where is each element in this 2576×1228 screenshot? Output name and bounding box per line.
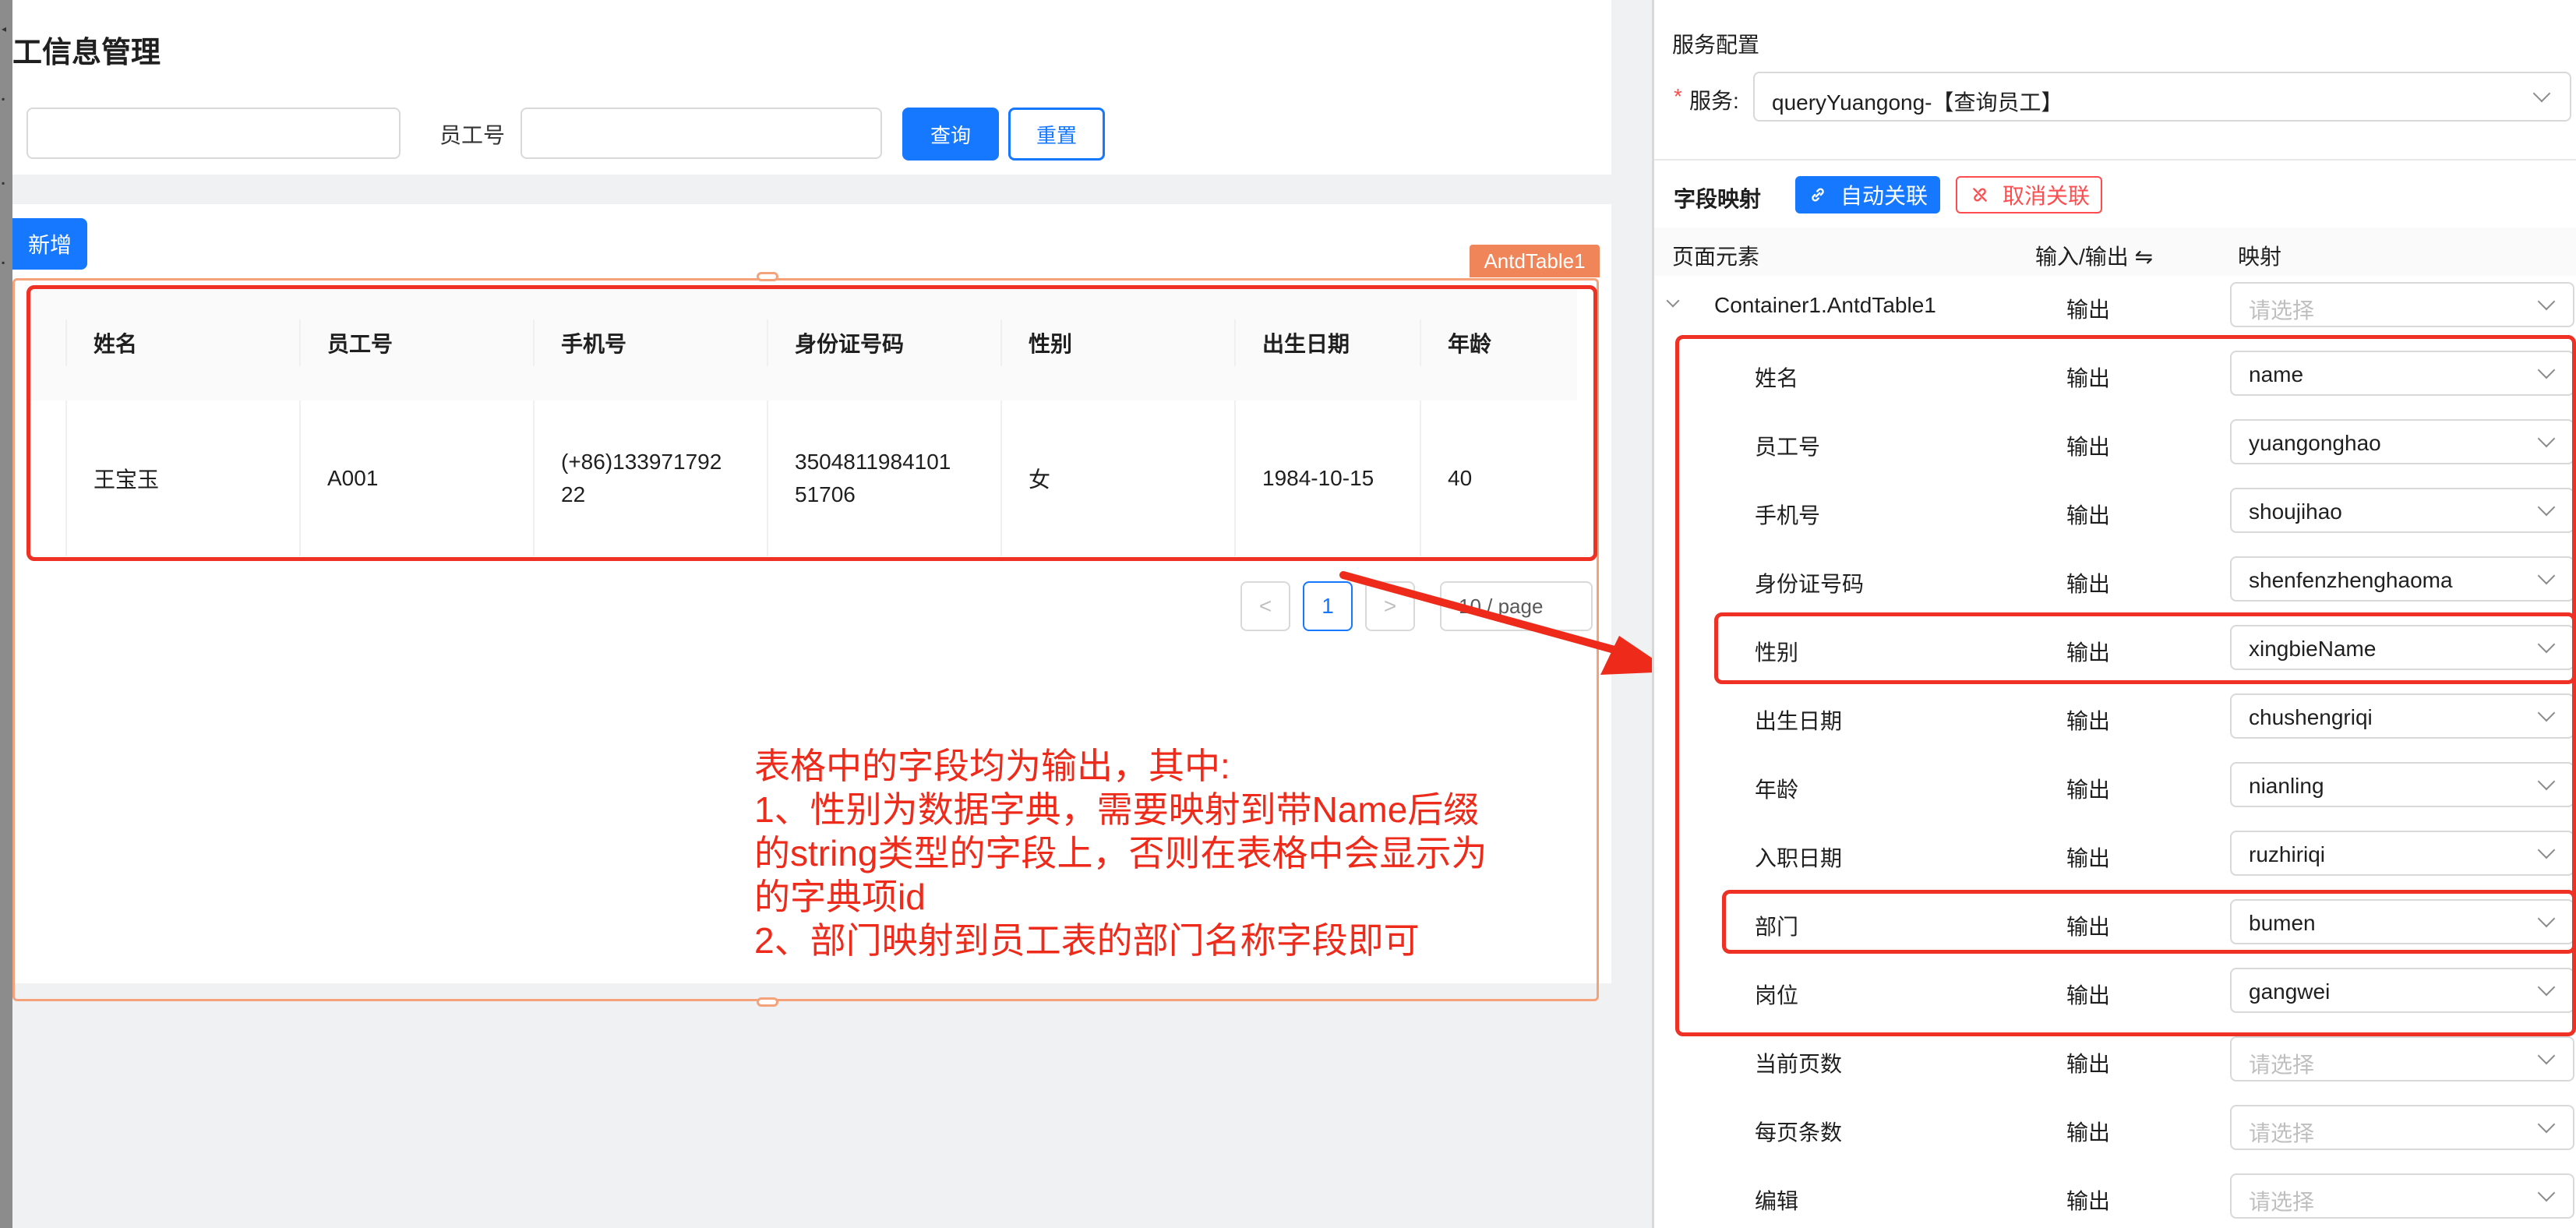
service-select[interactable]: queryYuangong-【查询员工】 bbox=[1753, 72, 2571, 122]
mapping-select[interactable]: 请选择 bbox=[2230, 1105, 2574, 1150]
component-tag[interactable]: AntdTable1 bbox=[1470, 245, 1600, 277]
name-search-input[interactable] bbox=[26, 108, 401, 159]
section-divider bbox=[1654, 159, 2576, 161]
sidebar-glyph-icon: ◂ bbox=[2, 23, 7, 34]
service-select-value: queryYuangong-【查询员工】 bbox=[1772, 90, 2063, 115]
resize-handle-top[interactable] bbox=[757, 272, 778, 281]
reset-button[interactable]: 重置 bbox=[1008, 108, 1105, 161]
tree-root-mapping-select[interactable]: 请选择 bbox=[2230, 282, 2574, 327]
link-icon bbox=[1812, 188, 1824, 202]
mapping-field-io: 输出 bbox=[2066, 1120, 2111, 1145]
tree-root-label: Container1.AntdTable1 bbox=[1714, 293, 1936, 317]
sidebar-glyph-icon: ▪ bbox=[2, 257, 5, 268]
chevron-down-icon bbox=[2537, 1184, 2556, 1202]
mapping-select[interactable]: 请选择 bbox=[2230, 1036, 2574, 1082]
mapping-placeholder: 请选择 bbox=[2249, 1053, 2315, 1077]
cancel-link-button[interactable]: 取消关联 bbox=[1956, 176, 2102, 213]
mapping-field-name: 每页条数 bbox=[1755, 1120, 1843, 1145]
service-config-title: 服务配置 bbox=[1672, 33, 1760, 57]
pagination-prev[interactable]: < bbox=[1240, 581, 1290, 631]
employee-no-input[interactable] bbox=[520, 108, 882, 159]
mapping-placeholder: 请选择 bbox=[2249, 1121, 2315, 1145]
chevron-down-icon bbox=[2537, 1115, 2556, 1134]
employee-no-label: 员工号 bbox=[439, 123, 506, 147]
gender-row-highlight-box bbox=[1714, 612, 2576, 684]
annotation-arrow bbox=[1339, 571, 1672, 675]
table-highlight-box bbox=[26, 285, 1597, 561]
chevron-down-icon bbox=[2532, 84, 2551, 103]
header-io: 输入/输出 ⇋ bbox=[2035, 245, 2154, 269]
auto-link-button[interactable]: 自动关联 bbox=[1795, 176, 1940, 213]
add-button[interactable]: 新增 bbox=[12, 218, 87, 270]
arrow-shaft bbox=[1339, 571, 1618, 654]
service-label: 服务: bbox=[1689, 89, 1739, 113]
annotation-note: 表格中的字段均为输出，其中: 1、性别为数据字典，需要映射到带Name后缀 的s… bbox=[754, 746, 1487, 961]
resize-handle-bottom[interactable] bbox=[757, 997, 778, 1007]
header-page-element: 页面元素 bbox=[1672, 245, 1760, 269]
header-mapping: 映射 bbox=[2238, 245, 2282, 269]
mapping-field-io: 输出 bbox=[2066, 1189, 2111, 1213]
tree-root-io: 输出 bbox=[2066, 298, 2111, 322]
mapping-placeholder: 请选择 bbox=[2249, 298, 2315, 323]
required-mark: * bbox=[1674, 84, 1682, 108]
editor-sidebar-edge: ◂ ▪ ▪ ▪ bbox=[0, 0, 12, 1228]
chevron-down-icon bbox=[2537, 1046, 2556, 1065]
mapping-placeholder: 请选择 bbox=[2249, 1190, 2315, 1214]
cancel-link-label: 取消关联 bbox=[2003, 184, 2091, 208]
sidebar-glyph-icon: ▪ bbox=[2, 178, 5, 189]
mapping-field-io: 输出 bbox=[2066, 1052, 2111, 1076]
mapping-select[interactable]: 请选择 bbox=[2230, 1173, 2574, 1219]
mapping-field-name: 编辑 bbox=[1755, 1189, 1799, 1213]
chevron-down-icon bbox=[2537, 292, 2556, 311]
department-row-highlight-box bbox=[1722, 890, 2576, 954]
unlink-icon bbox=[1973, 188, 1987, 202]
query-button[interactable]: 查询 bbox=[902, 108, 999, 161]
auto-link-label: 自动关联 bbox=[1840, 184, 1928, 208]
search-card: 工信息管理 员工号 查询 重置 bbox=[12, 0, 1611, 175]
page-title: 工信息管理 bbox=[12, 37, 161, 69]
field-mapping-title: 字段映射 bbox=[1674, 187, 1762, 211]
sidebar-glyph-icon: ▪ bbox=[2, 94, 5, 104]
mapping-field-name: 当前页数 bbox=[1755, 1052, 1843, 1076]
